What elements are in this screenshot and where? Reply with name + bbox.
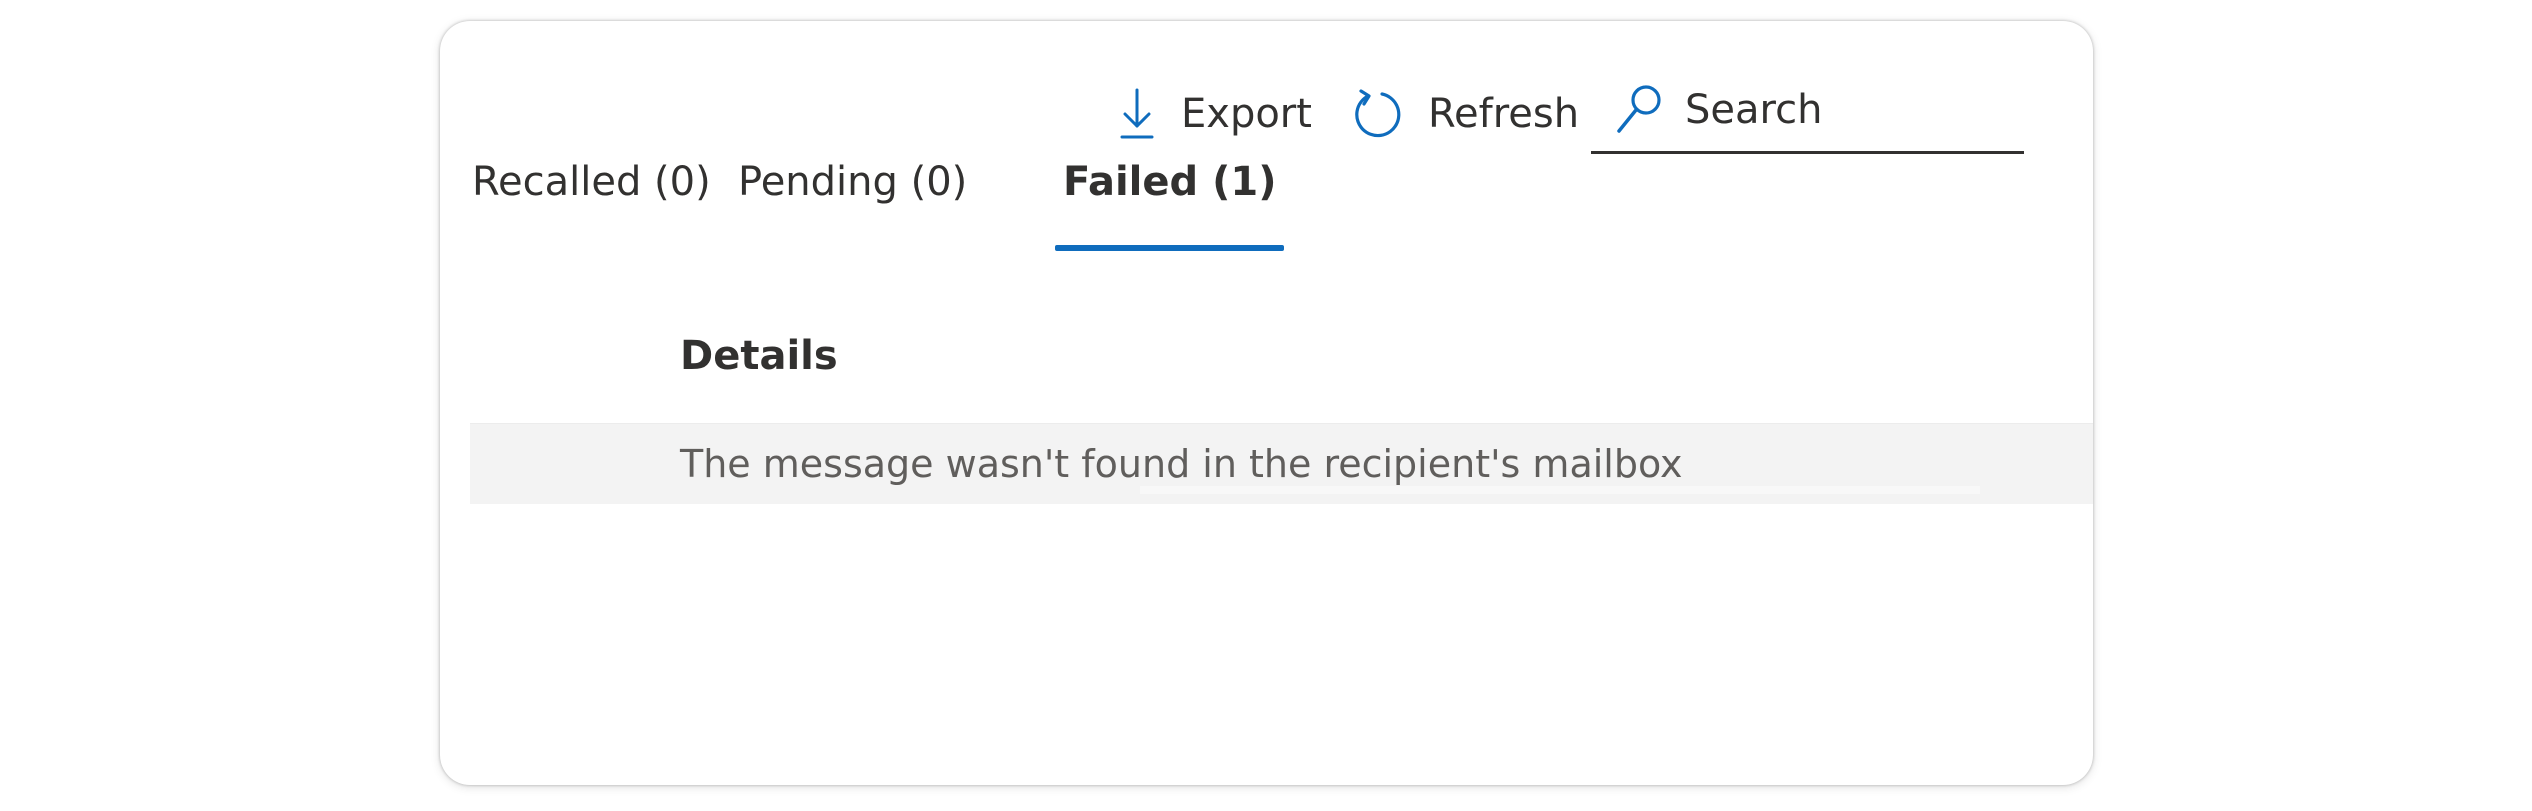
refresh-button[interactable]: Refresh — [1352, 79, 1579, 149]
recall-status-panel: Export Refresh Recalled (0) — [440, 21, 2093, 785]
export-label: Export — [1181, 91, 1312, 137]
tab-failed[interactable]: Failed (1) — [1055, 141, 1285, 251]
tab-pending[interactable]: Pending (0) — [730, 141, 975, 251]
refresh-label: Refresh — [1428, 91, 1580, 137]
tab-pending-label: Pending (0) — [738, 159, 968, 205]
table-row[interactable]: The message wasn't found in the recipien… — [470, 423, 2093, 504]
search-box[interactable] — [1591, 69, 2024, 154]
search-input[interactable] — [1685, 87, 2005, 133]
refresh-icon — [1352, 86, 1404, 142]
tab-failed-label: Failed (1) — [1063, 159, 1277, 205]
details-column-header: Details — [680, 333, 838, 379]
selected-tab-indicator — [1055, 245, 1285, 251]
details-cell: The message wasn't found in the recipien… — [680, 442, 1683, 486]
export-button[interactable]: Export — [1119, 79, 1312, 149]
tab-recalled-label: Recalled (0) — [472, 159, 711, 205]
search-icon — [1615, 84, 1663, 136]
tab-recalled[interactable]: Recalled (0) — [464, 141, 719, 251]
row-highlight — [1140, 486, 1980, 494]
download-arrow-icon — [1119, 88, 1155, 140]
